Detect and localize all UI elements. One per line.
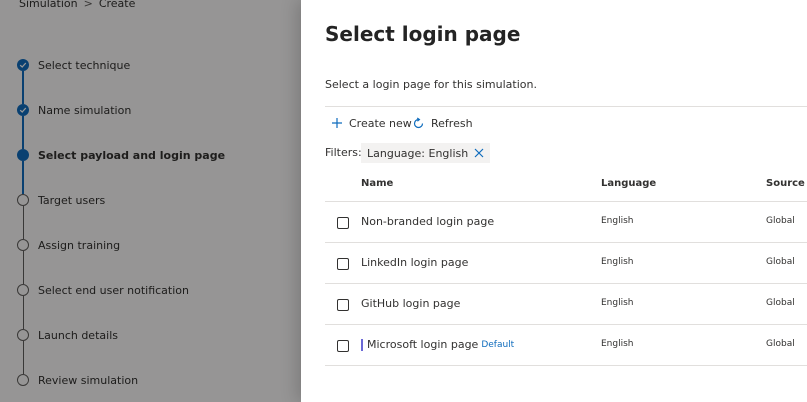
row-source: Global [766, 257, 795, 267]
panel-description: Select a login page for this simulation. [325, 78, 537, 91]
filters-label: Filters: [325, 146, 362, 159]
row-name: GitHub login page [361, 297, 460, 310]
default-badge: Default [481, 339, 515, 350]
row-checkbox[interactable] [337, 299, 349, 311]
row-language: English [601, 339, 634, 349]
row-language: English [601, 298, 634, 308]
row-name-text: GitHub login page [361, 297, 461, 310]
row-name-text: LinkedIn login page [361, 256, 469, 269]
plus-icon [332, 118, 342, 128]
row-name: Microsoft login page Default [361, 338, 514, 351]
table-row[interactable]: GitHub login page English Global [325, 284, 807, 325]
row-source: Global [766, 216, 795, 226]
create-new-button[interactable]: Create new [331, 115, 412, 131]
row-name: Non-branded login page [361, 215, 494, 228]
divider [325, 106, 807, 107]
refresh-label: Refresh [431, 116, 473, 130]
row-name-text: Microsoft login page [367, 338, 479, 351]
row-name-text: Non-branded login page [361, 215, 495, 228]
row-name: LinkedIn login page [361, 256, 468, 269]
refresh-icon [413, 117, 424, 128]
table-row[interactable]: LinkedIn login page English Global [325, 243, 807, 284]
row-checkbox[interactable] [337, 258, 349, 270]
filter-chip-label: Language: English [367, 146, 469, 160]
panel-title: Select login page [325, 22, 521, 46]
select-login-page-panel: Select login page Select a login page fo… [301, 0, 807, 402]
close-icon[interactable] [474, 148, 484, 158]
row-checkbox[interactable] [337, 340, 349, 352]
column-header-name[interactable]: Name [361, 178, 393, 189]
row-checkbox[interactable] [337, 217, 349, 229]
row-language: English [601, 257, 634, 267]
filter-chip-language[interactable]: Language: English [361, 143, 491, 163]
row-source: Global [766, 298, 795, 308]
row-source: Global [766, 339, 795, 349]
row-language: English [601, 216, 634, 226]
table-row[interactable]: Non-branded login page English Global [325, 202, 807, 243]
refresh-button[interactable]: Refresh [412, 115, 473, 131]
column-header-source[interactable]: Source [766, 178, 805, 189]
column-header-language[interactable]: Language [601, 178, 656, 189]
create-new-label: Create new [349, 116, 412, 130]
table-row[interactable]: Microsoft login page Default English Glob… [325, 325, 807, 366]
focus-indicator [361, 338, 363, 351]
